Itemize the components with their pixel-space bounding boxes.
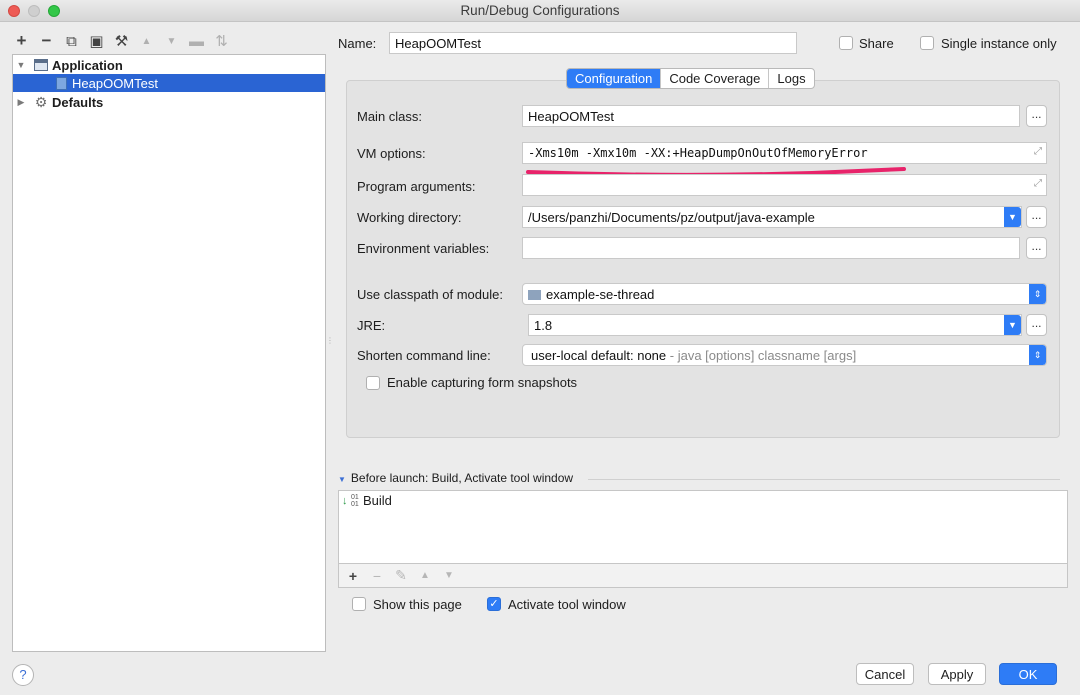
before-launch-header[interactable]: ▼ Before launch: Build, Activate tool win… bbox=[338, 471, 573, 485]
wrench-icon[interactable]: ⚒ bbox=[112, 32, 131, 51]
select-arrows-icon[interactable]: ⇕ bbox=[1029, 284, 1046, 304]
tab-code-coverage[interactable]: Code Coverage bbox=[661, 69, 770, 88]
tree-node-label: HeapOOMTest bbox=[72, 75, 158, 91]
collapse-triangle-icon[interactable]: ▼ bbox=[338, 475, 346, 484]
environment-variables-field[interactable] bbox=[522, 237, 1020, 259]
name-label: Name: bbox=[338, 36, 377, 51]
shorten-command-line-select[interactable]: user-local default: none - java [options… bbox=[522, 344, 1047, 366]
sort-icon[interactable]: ⇅ bbox=[212, 32, 231, 51]
plus-icon[interactable]: + bbox=[12, 31, 31, 51]
working-directory-browse-button[interactable]: ... bbox=[1026, 206, 1047, 228]
build-item-label: Build bbox=[363, 493, 392, 508]
move-down-icon[interactable]: ▼ bbox=[162, 32, 181, 51]
classpath-module-value: example-se-thread bbox=[546, 287, 655, 302]
plus-icon[interactable]: + bbox=[345, 568, 361, 584]
edit-icon[interactable]: ✎ bbox=[393, 567, 409, 584]
program-arguments-field[interactable]: ⤢ bbox=[522, 174, 1047, 196]
before-launch-title: Before launch: Build, Activate tool wind… bbox=[350, 471, 574, 485]
chevron-down-icon[interactable]: ▼ bbox=[1004, 207, 1021, 227]
minus-icon[interactable]: − bbox=[369, 568, 385, 584]
tree-node-label: Application bbox=[52, 57, 123, 73]
application-icon bbox=[33, 58, 49, 72]
move-down-icon[interactable]: ▼ bbox=[441, 570, 457, 581]
list-item[interactable]: ↓ 01 01 Build bbox=[342, 493, 392, 508]
minus-icon[interactable]: − bbox=[37, 31, 56, 51]
activate-tool-window-label: Activate tool window bbox=[508, 597, 626, 612]
config-toolbar: + − ⧉ ▣ ⚒ ▲ ▼ ▬ ⇅ bbox=[12, 30, 231, 52]
expand-field-icon[interactable]: ⤢ bbox=[1034, 146, 1042, 157]
cancel-button[interactable]: Cancel bbox=[856, 663, 914, 685]
tab-configuration[interactable]: Configuration bbox=[567, 69, 662, 88]
wrench-icon: ⚙ bbox=[34, 93, 48, 110]
run-debug-configurations-window: Run/Debug Configurations + − ⧉ ▣ ⚒ ▲ ▼ ▬… bbox=[0, 0, 1080, 695]
shorten-command-line-label: Shorten command line: bbox=[357, 348, 491, 363]
help-button[interactable]: ? bbox=[12, 664, 34, 686]
tree-node-defaults[interactable]: ▶ ⚙ Defaults bbox=[13, 93, 325, 111]
program-arguments-label: Program arguments: bbox=[357, 179, 476, 194]
copy-icon[interactable]: ⧉ bbox=[62, 32, 81, 51]
jre-value: 1.8 bbox=[534, 318, 553, 333]
binary-icon: 01 01 bbox=[351, 493, 359, 508]
shorten-command-line-hint: - java [options] classname [args] bbox=[666, 348, 857, 363]
jre-combo[interactable]: 1.8 ▼ bbox=[528, 314, 1022, 336]
tab-logs[interactable]: Logs bbox=[769, 69, 813, 88]
classpath-module-select[interactable]: example-se-thread ⇕ bbox=[522, 283, 1047, 305]
module-folder-icon bbox=[528, 290, 541, 300]
show-this-page-checkbox[interactable] bbox=[352, 597, 366, 611]
separator-line bbox=[588, 479, 1060, 480]
save-icon[interactable]: ▣ bbox=[87, 32, 106, 51]
before-launch-list[interactable]: ↓ 01 01 Build bbox=[338, 490, 1068, 564]
move-up-icon[interactable]: ▲ bbox=[137, 32, 156, 51]
name-field[interactable]: HeapOOMTest bbox=[389, 32, 797, 54]
main-class-field[interactable]: HeapOOMTest bbox=[522, 105, 1020, 127]
ok-button[interactable]: OK bbox=[999, 663, 1057, 685]
expand-arrow-icon[interactable]: ▼ bbox=[15, 60, 27, 70]
enable-snapshots-checkbox[interactable] bbox=[366, 376, 380, 390]
single-instance-checkbox[interactable] bbox=[920, 36, 934, 50]
main-class-browse-button[interactable]: ... bbox=[1026, 105, 1047, 127]
shorten-command-line-value: user-local default: none bbox=[531, 348, 667, 363]
tree-node-heapoomtest[interactable]: HeapOOMTest bbox=[13, 74, 325, 92]
jre-label: JRE: bbox=[357, 318, 386, 333]
select-arrows-icon[interactable]: ⇕ bbox=[1029, 345, 1046, 365]
vm-options-label: VM options: bbox=[357, 146, 426, 161]
configurations-tree[interactable]: ▼ Application HeapOOMTest ▶ ⚙ Defaults bbox=[12, 54, 326, 652]
enable-snapshots-label: Enable capturing form snapshots bbox=[387, 375, 578, 390]
activate-tool-window-checkbox[interactable]: ✓ bbox=[487, 597, 501, 611]
vm-options-value: -Xms10m -Xmx10m -XX:+HeapDumpOnOutOfMemo… bbox=[528, 146, 868, 160]
tab-strip: Configuration Code Coverage Logs bbox=[566, 68, 815, 89]
expand-field-icon[interactable]: ⤢ bbox=[1034, 178, 1042, 189]
jre-browse-button[interactable]: ... bbox=[1026, 314, 1047, 336]
before-launch-toolbar: + − ✎ ▲ ▼ bbox=[338, 564, 1068, 588]
title-bar: Run/Debug Configurations bbox=[0, 0, 1080, 22]
classpath-module-label: Use classpath of module: bbox=[357, 287, 503, 302]
show-this-page-label: Show this page bbox=[373, 597, 462, 612]
tree-node-label: Defaults bbox=[52, 94, 104, 110]
working-directory-value: /Users/panzhi/Documents/pz/output/java-e… bbox=[528, 210, 815, 225]
single-instance-label: Single instance only bbox=[941, 36, 1057, 51]
collapse-arrow-icon[interactable]: ▶ bbox=[15, 97, 27, 108]
build-arrow-icon: ↓ bbox=[342, 494, 348, 507]
splitter-handle[interactable]: ⋮ bbox=[326, 336, 334, 346]
share-checkbox[interactable] bbox=[839, 36, 853, 50]
working-directory-label: Working directory: bbox=[357, 210, 462, 225]
main-class-label: Main class: bbox=[357, 109, 423, 124]
environment-variables-label: Environment variables: bbox=[357, 241, 490, 256]
tree-node-application[interactable]: ▼ Application bbox=[13, 56, 325, 74]
working-directory-combo[interactable]: /Users/panzhi/Documents/pz/output/java-e… bbox=[522, 206, 1022, 228]
chevron-down-icon[interactable]: ▼ bbox=[1004, 315, 1021, 335]
apply-button[interactable]: Apply bbox=[928, 663, 986, 685]
class-file-icon bbox=[53, 76, 69, 90]
window-title: Run/Debug Configurations bbox=[460, 3, 620, 18]
folder-icon[interactable]: ▬ bbox=[187, 32, 206, 51]
environment-variables-browse-button[interactable]: ... bbox=[1026, 237, 1047, 259]
share-label: Share bbox=[859, 36, 894, 51]
move-up-icon[interactable]: ▲ bbox=[417, 570, 433, 581]
